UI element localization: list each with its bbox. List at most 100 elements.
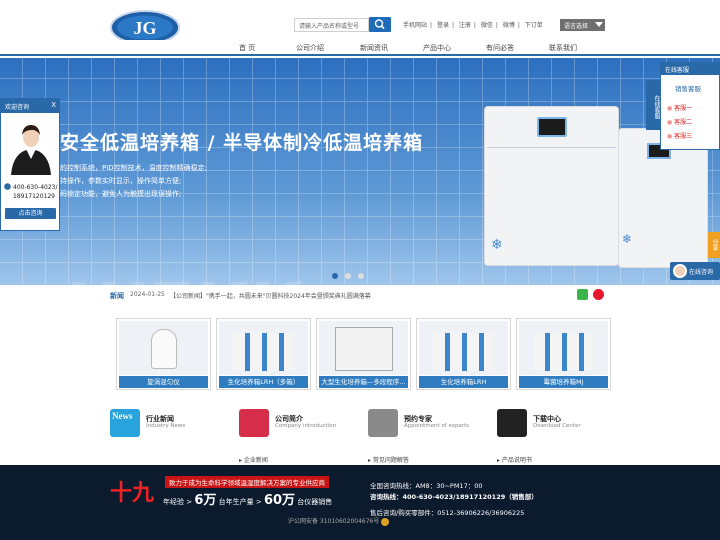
nav-news[interactable]: 新闻资讯 (360, 43, 388, 53)
product-caption: 生化培养箱LRH（多箱） (219, 376, 308, 388)
expert-icon[interactable] (368, 409, 398, 437)
qq-icon: ● (667, 119, 673, 126)
search-input[interactable]: 请输入产品名称或型号 (294, 18, 369, 32)
qq-icon: ● (667, 133, 673, 140)
product-image (519, 321, 608, 375)
nav-home[interactable]: 首 页 (239, 43, 255, 53)
product-caption: 大型生化培养箱—多段程序... (319, 376, 408, 388)
slide-dot[interactable] (358, 273, 364, 279)
logo-text: JG (133, 18, 156, 38)
section-subtitle: Appointment of experts (404, 423, 470, 429)
product-card[interactable]: 生化培养箱LRH（多箱） (216, 318, 311, 390)
footer-hotline: 咨询热线：400-630-4023/18917120129（销售部） (370, 493, 538, 501)
section-subtitle: Download Center (533, 423, 581, 429)
consult-button[interactable]: 点击咨询 (5, 208, 56, 219)
slide-indicators (330, 273, 370, 281)
product-image (419, 321, 508, 375)
section-subtitle: Industry News (146, 423, 186, 429)
footer-production-label: 台年生产量 > (218, 498, 262, 506)
footer-aftersale: 售后咨询/购买零部件：0512-36906226/36906225 (370, 509, 525, 517)
chevron-down-icon (595, 22, 603, 27)
product-card[interactable]: 生化培养箱LRH (416, 318, 511, 390)
snowflake-icon: ❄ (491, 237, 503, 253)
news-icon-label: News (112, 411, 133, 421)
share-tab[interactable]: 分享 (708, 232, 720, 258)
product-shape (433, 333, 493, 371)
incubator-door-seam (487, 147, 616, 148)
slide-dot[interactable] (332, 273, 338, 279)
service-agent[interactable]: ● 客服一 (667, 103, 692, 112)
main-nav: 首 页 公司介绍 新闻资讯 产品中心 有问必答 联系我们 (0, 40, 720, 56)
incubator-display (537, 117, 567, 137)
slide-dot[interactable] (345, 273, 351, 279)
consult-header: 欢迎咨询 X (1, 99, 59, 113)
site-footer: 致力于成为生命科学领域温湿度解决方案的专业供应商 十九 年经验 > 6万 台年生… (0, 465, 720, 540)
service-agent-label: 客服三 (674, 133, 693, 140)
ticker-label: 新闻 (110, 292, 124, 300)
product-shape (233, 333, 293, 371)
police-badge-icon (381, 517, 390, 526)
service-vertical-tab[interactable]: 在线客服 (646, 80, 660, 130)
agent-avatar (11, 125, 51, 175)
service-agent[interactable]: ● 客服二 (667, 117, 692, 126)
online-chat-button[interactable]: 在线咨询 (670, 262, 720, 280)
hero-banner[interactable]: WEKK 安全低温培养箱 / 半导体制冷低温培养箱 的控制系统，PID控制技术，… (0, 58, 720, 285)
section-link[interactable]: ▸ 常见问题解答 (368, 455, 409, 464)
nav-about[interactable]: 公司介绍 (296, 43, 324, 53)
link-wechat[interactable]: 微信 (481, 22, 493, 29)
product-shape (335, 327, 393, 371)
banner-watermark: WEKK (70, 268, 304, 285)
product-image (319, 321, 408, 375)
phone-icon (4, 183, 11, 190)
product-card[interactable]: 大型生化培养箱—多段程序... (316, 318, 411, 390)
chat-avatar-icon (673, 264, 687, 278)
link-mobile[interactable]: 手机网站 (403, 22, 427, 29)
language-select[interactable]: 语言选择 (560, 19, 605, 31)
top-bar: JG 请输入产品名称或型号 手机网站 | 登录 | 注册 | 微信 | 微博 | 下订单 … (0, 0, 720, 45)
service-header: 在线客服 (661, 63, 719, 75)
banner-title: 安全低温培养箱 / 半导体制冷低温培养箱 (60, 132, 424, 154)
footer-years-number: 十九 (110, 481, 155, 506)
close-icon[interactable]: X (51, 101, 56, 109)
footer-icp[interactable]: 沪公网安备 31010602004676号 (288, 516, 390, 526)
consult-title: 欢迎咨询 (5, 104, 30, 111)
footer-hotline-label: 全国咨询热线：AM8：30~PM17：00 (370, 482, 483, 490)
language-label: 语言选择 (564, 23, 589, 30)
nav-contact[interactable]: 联系我们 (549, 43, 577, 53)
product-card[interactable]: 旋涡混匀仪 (116, 318, 211, 390)
link-register[interactable]: 注册 (459, 22, 471, 29)
link-weibo[interactable]: 微博 (503, 22, 515, 29)
ticker-date: 2024-01-25 (130, 291, 165, 298)
weibo-icon[interactable] (593, 289, 604, 300)
product-shape (151, 329, 177, 369)
download-icon[interactable] (497, 409, 527, 437)
ticker-headline[interactable]: 【公司新闻】"携手一起，共圆未来"贝圆科技2024年会暨颁奖典礼圆满落幕 (170, 291, 371, 300)
footer-stats: 年经验 > 6万 台年生产量 > 60万 台仪器销售 (163, 489, 332, 508)
snowflake-icon: ❄ (622, 232, 633, 246)
wechat-icon[interactable] (577, 289, 588, 300)
service-section-title: 销售客服 (675, 85, 701, 93)
section-link[interactable]: ▸ 产品说明书 (497, 455, 532, 464)
footer-sales-label: 台仪器销售 (297, 498, 333, 506)
product-caption: 生化培养箱LRH (419, 376, 508, 388)
product-image (219, 321, 308, 375)
product-image (119, 321, 208, 375)
search-button[interactable] (369, 17, 391, 32)
section-link-label: 产品说明书 (501, 457, 532, 464)
chat-label: 在线咨询 (689, 269, 714, 276)
consult-panel: 欢迎咨询 X 400-630-4023/18917120129 点击咨询 (0, 98, 60, 231)
news-icon[interactable]: News (110, 409, 140, 437)
banner-desc-line: 的控制系统，PID控制技术，温度控制精确稳定; (60, 164, 208, 172)
nav-faq[interactable]: 有问必答 (486, 43, 514, 53)
link-login[interactable]: 登录 (437, 22, 449, 29)
product-shape (533, 333, 593, 371)
document-icon[interactable] (239, 409, 269, 437)
section-link[interactable]: ▸ 企业新闻 (239, 455, 268, 464)
link-order[interactable]: 下订单 (525, 22, 543, 29)
banner-desc-line: 持操作，参数实时显示，操作简单方便; (60, 177, 182, 185)
service-agent-label: 客服二 (674, 119, 693, 126)
product-card[interactable]: 霉菌培养箱MJ (516, 318, 611, 390)
service-agent[interactable]: ● 客服三 (667, 131, 692, 140)
nav-products[interactable]: 产品中心 (423, 43, 451, 53)
section-subtitle: Company introduction (275, 423, 337, 429)
